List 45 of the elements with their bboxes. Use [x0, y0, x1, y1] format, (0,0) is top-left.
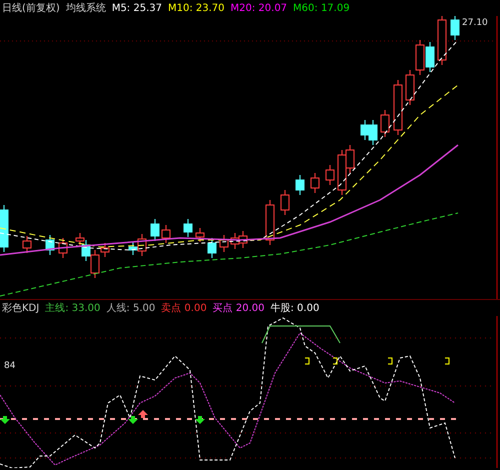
- legend-text: 均线系统: [66, 2, 106, 15]
- candlestick: [380, 110, 390, 138]
- arrow-icon: [195, 416, 205, 424]
- legend-text: 牛股: 0.00: [270, 302, 320, 315]
- candlestick: [360, 120, 370, 140]
- legend-text: M20: 20.07: [230, 2, 288, 14]
- candlestick: [208, 238, 216, 258]
- legend-text: 彩色KDJ: [2, 302, 40, 315]
- candlestick: [310, 172, 320, 194]
- candlestick: [46, 234, 54, 256]
- candlestick: [296, 174, 304, 196]
- candlestick: [438, 16, 446, 66]
- candlestick: [196, 228, 204, 242]
- candlestick: [280, 190, 290, 216]
- candlestick: [394, 80, 402, 136]
- legend-text: 卖点 0.00: [161, 302, 207, 315]
- legend-text: 买点 20.00: [212, 302, 264, 315]
- legend-text: 主线: 33.00: [45, 302, 100, 315]
- candlestick: [450, 16, 460, 40]
- candlestick: [238, 230, 248, 248]
- arrow-icon: [0, 416, 10, 424]
- candlestick: [368, 120, 378, 146]
- legend-text: M10: 23.70: [168, 2, 225, 14]
- candlestick: [406, 70, 414, 106]
- candlestick: [0, 204, 8, 252]
- candlestick: [150, 218, 160, 242]
- legend-text: 人线: 5.00: [106, 302, 156, 315]
- price-label: 27.10: [462, 18, 488, 28]
- candlestick: [220, 234, 228, 252]
- candlestick: [426, 42, 434, 72]
- level-label: 84: [4, 361, 16, 371]
- candlestick: [416, 40, 424, 76]
- signal-mark: [388, 358, 392, 364]
- legend-text: M60: 17.09: [293, 2, 350, 14]
- legend-text: M5: 25.37: [112, 2, 162, 14]
- legend-text: 日线(前复权): [2, 2, 60, 15]
- candlestick: [266, 200, 274, 246]
- signal-mark: [332, 358, 338, 364]
- signal-mark: [444, 358, 450, 364]
- signal-mark: [304, 358, 310, 364]
- candlestick: [326, 164, 334, 186]
- candlestick: [184, 218, 192, 238]
- candlestick: [22, 236, 32, 254]
- candlestick: [58, 238, 68, 258]
- candlestick: [162, 224, 170, 244]
